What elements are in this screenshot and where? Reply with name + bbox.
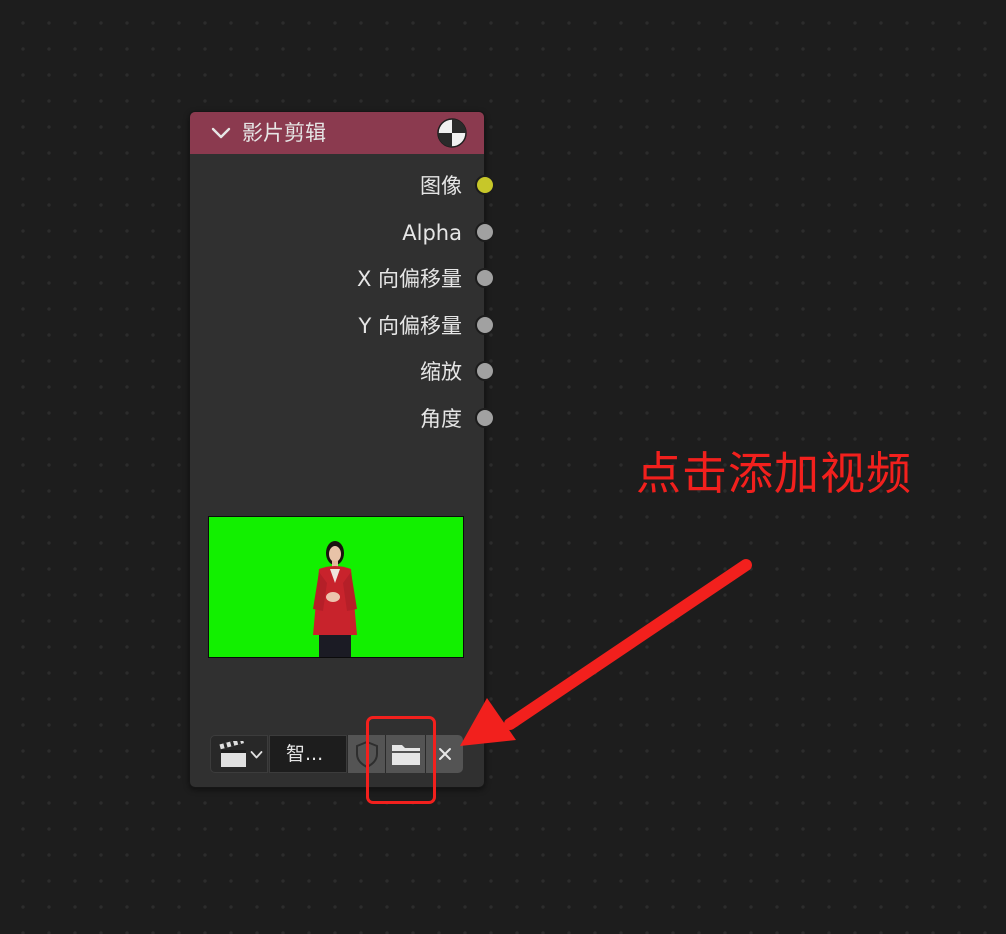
- clapperboard-icon: [219, 741, 246, 767]
- angle-socket[interactable]: [475, 408, 495, 428]
- clip-type-dropdown[interactable]: [210, 735, 268, 773]
- output-label-scale: 缩放: [420, 360, 462, 384]
- movie-clip-node[interactable]: 影片剪辑 图像 Alpha X 向偏移量 Y 向偏移量 缩放 角度 智...: [189, 111, 495, 788]
- output-scale: 缩放: [190, 357, 495, 387]
- output-alpha: Alpha: [190, 218, 495, 248]
- close-icon: [439, 748, 451, 760]
- clip-name-field[interactable]: 智...: [269, 735, 347, 773]
- clip-preview: [208, 516, 464, 658]
- chevron-down-icon: [250, 751, 263, 759]
- output-label-angle: 角度: [420, 407, 462, 431]
- output-label-y-offset: Y 向偏移量: [358, 314, 462, 338]
- output-label-alpha: Alpha: [402, 221, 462, 245]
- output-label-image: 图像: [420, 174, 462, 198]
- output-label-x-offset: X 向偏移量: [356, 267, 462, 291]
- x-offset-socket[interactable]: [475, 268, 495, 288]
- movie-clip-pie-icon[interactable]: [436, 117, 468, 149]
- output-image: 图像: [190, 171, 495, 201]
- node-title: 影片剪辑: [242, 121, 326, 145]
- annotation-text: 点击添加视频: [636, 447, 913, 500]
- image-socket[interactable]: [475, 175, 495, 195]
- output-x-offset: X 向偏移量: [190, 264, 495, 294]
- scale-socket[interactable]: [475, 361, 495, 381]
- node-editor-canvas[interactable]: 影片剪辑 图像 Alpha X 向偏移量 Y 向偏移量 缩放 角度 智... 点…: [0, 0, 1006, 934]
- person-figure: [313, 541, 357, 657]
- chevron-down-icon[interactable]: [210, 124, 232, 142]
- y-offset-socket[interactable]: [475, 315, 495, 335]
- output-angle: 角度: [190, 404, 495, 434]
- output-y-offset: Y 向偏移量: [190, 311, 495, 341]
- node-header[interactable]: 影片剪辑: [190, 112, 484, 154]
- highlight-box: [366, 716, 436, 804]
- alpha-socket[interactable]: [475, 222, 495, 242]
